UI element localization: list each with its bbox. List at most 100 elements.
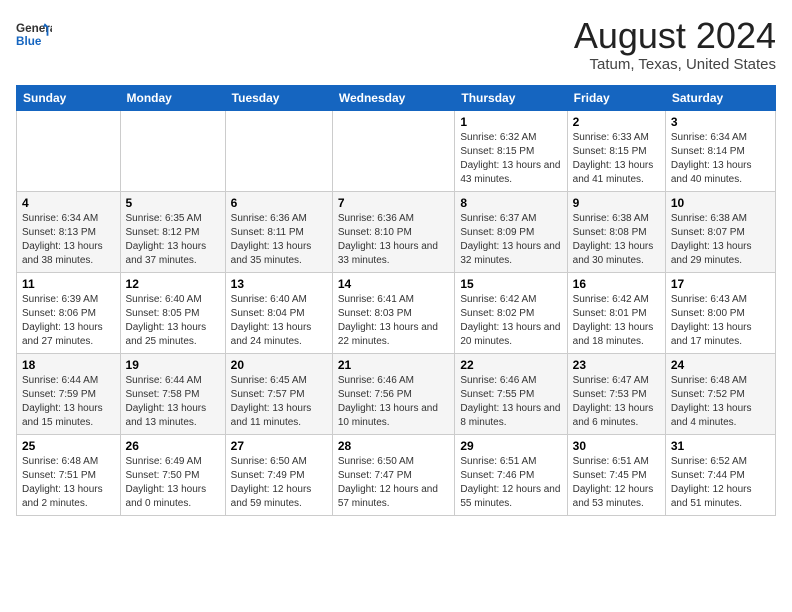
day-cell: 23 Sunrise: 6:47 AM Sunset: 7:53 PM Dayli… xyxy=(567,353,665,434)
col-header-saturday: Saturday xyxy=(665,85,775,110)
day-cell: 21 Sunrise: 6:46 AM Sunset: 7:56 PM Dayli… xyxy=(332,353,455,434)
day-info: Sunrise: 6:34 AM Sunset: 8:14 PM Dayligh… xyxy=(671,131,770,187)
day-info: Sunrise: 6:52 AM Sunset: 7:44 PM Dayligh… xyxy=(671,455,770,511)
day-info: Sunrise: 6:38 AM Sunset: 8:07 PM Dayligh… xyxy=(671,212,770,268)
col-header-tuesday: Tuesday xyxy=(225,85,332,110)
day-number: 25 xyxy=(22,439,115,453)
day-number: 21 xyxy=(338,358,450,372)
day-info: Sunrise: 6:51 AM Sunset: 7:46 PM Dayligh… xyxy=(460,455,561,511)
day-cell: 16 Sunrise: 6:42 AM Sunset: 8:01 PM Dayli… xyxy=(567,272,665,353)
day-info: Sunrise: 6:44 AM Sunset: 7:59 PM Dayligh… xyxy=(22,374,115,430)
day-number: 4 xyxy=(22,196,115,210)
day-number: 31 xyxy=(671,439,770,453)
col-header-sunday: Sunday xyxy=(17,85,121,110)
day-info: Sunrise: 6:46 AM Sunset: 7:56 PM Dayligh… xyxy=(338,374,450,430)
day-cell: 27 Sunrise: 6:50 AM Sunset: 7:49 PM Dayli… xyxy=(225,434,332,515)
day-info: Sunrise: 6:45 AM Sunset: 7:57 PM Dayligh… xyxy=(231,374,327,430)
day-info: Sunrise: 6:34 AM Sunset: 8:13 PM Dayligh… xyxy=(22,212,115,268)
day-cell: 2Sunrise: 6:33 AM Sunset: 8:15 PM Daylig… xyxy=(567,110,665,191)
day-info: Sunrise: 6:36 AM Sunset: 8:11 PM Dayligh… xyxy=(231,212,327,268)
day-info: Sunrise: 6:38 AM Sunset: 8:08 PM Dayligh… xyxy=(573,212,660,268)
day-cell xyxy=(17,110,121,191)
day-cell: 14 Sunrise: 6:41 AM Sunset: 8:03 PM Dayli… xyxy=(332,272,455,353)
day-info: Sunrise: 6:41 AM Sunset: 8:03 PM Dayligh… xyxy=(338,293,450,349)
day-number: 13 xyxy=(231,277,327,291)
day-cell xyxy=(120,110,225,191)
day-info: Sunrise: 6:49 AM Sunset: 7:50 PM Dayligh… xyxy=(126,455,220,511)
week-row-3: 11Sunrise: 6:39 AM Sunset: 8:06 PM Dayli… xyxy=(17,272,776,353)
day-cell: 5 Sunrise: 6:35 AM Sunset: 8:12 PM Daylig… xyxy=(120,191,225,272)
day-info: Sunrise: 6:46 AM Sunset: 7:55 PM Dayligh… xyxy=(460,374,561,430)
day-cell: 9 Sunrise: 6:38 AM Sunset: 8:08 PM Daylig… xyxy=(567,191,665,272)
day-cell: 24 Sunrise: 6:48 AM Sunset: 7:52 PM Dayli… xyxy=(665,353,775,434)
calendar-header-row: SundayMondayTuesdayWednesdayThursdayFrid… xyxy=(17,85,776,110)
calendar-table: SundayMondayTuesdayWednesdayThursdayFrid… xyxy=(16,85,776,516)
day-cell: 8 Sunrise: 6:37 AM Sunset: 8:09 PM Daylig… xyxy=(455,191,567,272)
day-cell xyxy=(225,110,332,191)
day-cell: 6 Sunrise: 6:36 AM Sunset: 8:11 PM Daylig… xyxy=(225,191,332,272)
day-info: Sunrise: 6:42 AM Sunset: 8:01 PM Dayligh… xyxy=(573,293,660,349)
day-number: 7 xyxy=(338,196,450,210)
day-info: Sunrise: 6:33 AM Sunset: 8:15 PM Dayligh… xyxy=(573,131,660,187)
col-header-thursday: Thursday xyxy=(455,85,567,110)
logo-icon: General Blue xyxy=(16,16,52,52)
logo: General Blue xyxy=(16,16,52,52)
day-number: 10 xyxy=(671,196,770,210)
week-row-1: 1Sunrise: 6:32 AM Sunset: 8:15 PM Daylig… xyxy=(17,110,776,191)
day-info: Sunrise: 6:37 AM Sunset: 8:09 PM Dayligh… xyxy=(460,212,561,268)
day-info: Sunrise: 6:47 AM Sunset: 7:53 PM Dayligh… xyxy=(573,374,660,430)
title-area: August 2024 Tatum, Texas, United States xyxy=(574,16,776,73)
day-info: Sunrise: 6:42 AM Sunset: 8:02 PM Dayligh… xyxy=(460,293,561,349)
day-number: 3 xyxy=(671,115,770,129)
day-cell: 13Sunrise: 6:40 AM Sunset: 8:04 PM Dayli… xyxy=(225,272,332,353)
day-number: 18 xyxy=(22,358,115,372)
day-cell: 11Sunrise: 6:39 AM Sunset: 8:06 PM Dayli… xyxy=(17,272,121,353)
day-number: 6 xyxy=(231,196,327,210)
day-number: 27 xyxy=(231,439,327,453)
day-number: 9 xyxy=(573,196,660,210)
day-cell: 31 Sunrise: 6:52 AM Sunset: 7:44 PM Dayli… xyxy=(665,434,775,515)
header: General Blue August 2024 Tatum, Texas, U… xyxy=(16,16,776,73)
day-info: Sunrise: 6:44 AM Sunset: 7:58 PM Dayligh… xyxy=(126,374,220,430)
day-cell: 3 Sunrise: 6:34 AM Sunset: 8:14 PM Daylig… xyxy=(665,110,775,191)
day-cell: 28Sunrise: 6:50 AM Sunset: 7:47 PM Dayli… xyxy=(332,434,455,515)
day-info: Sunrise: 6:40 AM Sunset: 8:05 PM Dayligh… xyxy=(126,293,220,349)
svg-text:Blue: Blue xyxy=(16,35,42,48)
day-cell: 30 Sunrise: 6:51 AM Sunset: 7:45 PM Dayli… xyxy=(567,434,665,515)
day-info: Sunrise: 6:32 AM Sunset: 8:15 PM Dayligh… xyxy=(460,131,561,187)
day-cell: 12Sunrise: 6:40 AM Sunset: 8:05 PM Dayli… xyxy=(120,272,225,353)
day-info: Sunrise: 6:50 AM Sunset: 7:49 PM Dayligh… xyxy=(231,455,327,511)
day-cell: 20 Sunrise: 6:45 AM Sunset: 7:57 PM Dayli… xyxy=(225,353,332,434)
day-info: Sunrise: 6:35 AM Sunset: 8:12 PM Dayligh… xyxy=(126,212,220,268)
day-cell xyxy=(332,110,455,191)
day-info: Sunrise: 6:36 AM Sunset: 8:10 PM Dayligh… xyxy=(338,212,450,268)
day-number: 15 xyxy=(460,277,561,291)
month-title: August 2024 xyxy=(574,16,776,56)
day-cell: 7 Sunrise: 6:36 AM Sunset: 8:10 PM Daylig… xyxy=(332,191,455,272)
day-number: 23 xyxy=(573,358,660,372)
day-number: 29 xyxy=(460,439,561,453)
day-info: Sunrise: 6:48 AM Sunset: 7:52 PM Dayligh… xyxy=(671,374,770,430)
day-cell: 10 Sunrise: 6:38 AM Sunset: 8:07 PM Dayli… xyxy=(665,191,775,272)
day-number: 16 xyxy=(573,277,660,291)
day-number: 8 xyxy=(460,196,561,210)
day-number: 5 xyxy=(126,196,220,210)
day-cell: 18 Sunrise: 6:44 AM Sunset: 7:59 PM Dayli… xyxy=(17,353,121,434)
day-number: 19 xyxy=(126,358,220,372)
location-title: Tatum, Texas, United States xyxy=(574,56,776,73)
day-cell: 25Sunrise: 6:48 AM Sunset: 7:51 PM Dayli… xyxy=(17,434,121,515)
day-cell: 29 Sunrise: 6:51 AM Sunset: 7:46 PM Dayli… xyxy=(455,434,567,515)
day-number: 17 xyxy=(671,277,770,291)
day-info: Sunrise: 6:43 AM Sunset: 8:00 PM Dayligh… xyxy=(671,293,770,349)
day-info: Sunrise: 6:51 AM Sunset: 7:45 PM Dayligh… xyxy=(573,455,660,511)
day-info: Sunrise: 6:50 AM Sunset: 7:47 PM Dayligh… xyxy=(338,455,450,511)
day-cell: 26Sunrise: 6:49 AM Sunset: 7:50 PM Dayli… xyxy=(120,434,225,515)
week-row-4: 18 Sunrise: 6:44 AM Sunset: 7:59 PM Dayli… xyxy=(17,353,776,434)
col-header-friday: Friday xyxy=(567,85,665,110)
week-row-2: 4 Sunrise: 6:34 AM Sunset: 8:13 PM Daylig… xyxy=(17,191,776,272)
day-number: 14 xyxy=(338,277,450,291)
day-number: 20 xyxy=(231,358,327,372)
col-header-wednesday: Wednesday xyxy=(332,85,455,110)
day-number: 30 xyxy=(573,439,660,453)
day-number: 24 xyxy=(671,358,770,372)
